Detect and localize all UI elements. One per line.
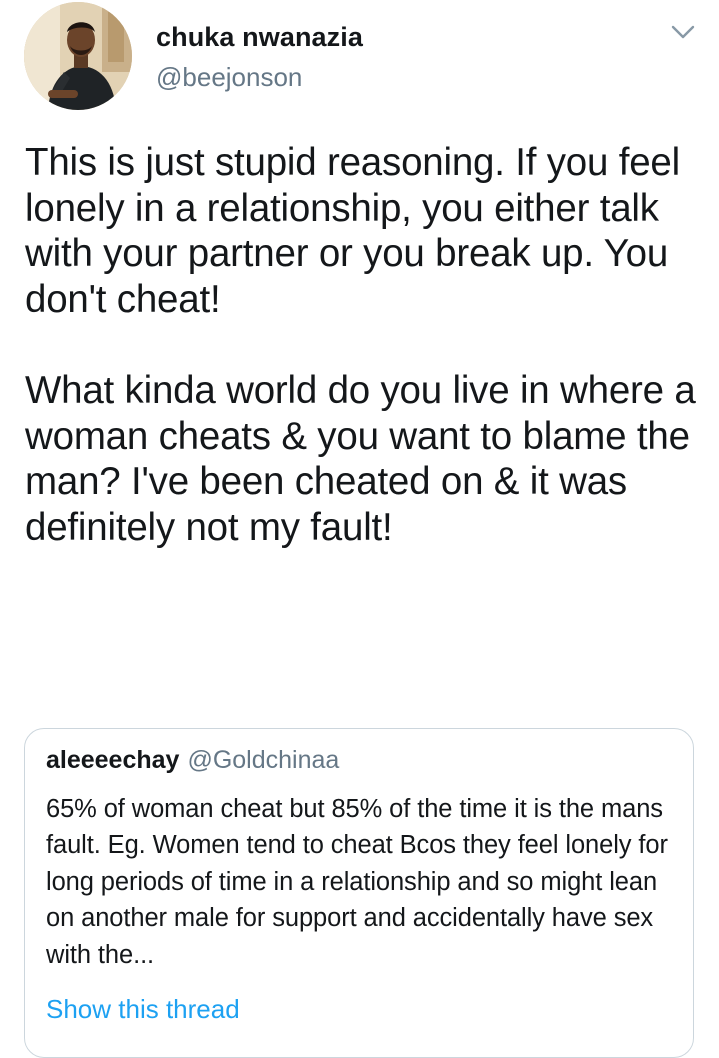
quoted-tweet-author: aleeeechay @Goldchinaa [46,746,339,775]
avatar[interactable] [24,2,132,110]
show-thread-link[interactable]: Show this thread [46,994,240,1025]
tweet-text: This is just stupid reasoning. If you fe… [25,140,705,550]
user-handle[interactable]: @beejonson [156,62,302,93]
quoted-tweet-name: aleeeechay [46,746,180,774]
quoted-tweet-handle: @Goldchinaa [187,746,340,774]
user-name[interactable]: chuka nwanazia [156,22,363,53]
quoted-tweet-card[interactable]: aleeeechay @Goldchinaa 65% of woman cheat… [24,728,694,1058]
chevron-down-icon[interactable] [669,22,697,42]
tweet-paragraph: This is just stupid reasoning. If you fe… [25,141,680,321]
quoted-tweet-text: 65% of woman cheat but 85% of the time i… [46,795,668,969]
avatar-image [24,2,132,110]
tweet: chuka nwanazia @beejonson This is just s… [0,0,719,1058]
tweet-paragraph: What kinda world do you live in where a … [25,368,696,549]
